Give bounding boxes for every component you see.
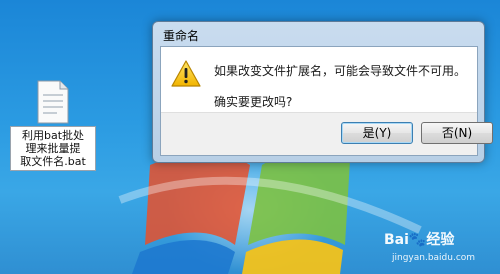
dialog-titlebar[interactable]: 重命名 bbox=[153, 22, 484, 46]
dialog-title: 重命名 bbox=[163, 29, 200, 43]
dialog-message: 如果改变文件扩展名，可能会导致文件不可用。 bbox=[214, 64, 467, 78]
no-button[interactable]: 否(N) bbox=[421, 122, 493, 144]
file-label-line: 利用bat批处 bbox=[21, 129, 85, 142]
baidu-watermark: Bai🐾经验 jingyan.baidu.com bbox=[384, 229, 496, 271]
desktop-file-label[interactable]: 利用bat批处 理来批量提 取文件名.bat bbox=[10, 126, 96, 171]
dialog-button-bar: 是(Y) 否(N) bbox=[161, 112, 493, 155]
yes-button[interactable]: 是(Y) bbox=[341, 122, 413, 144]
file-label-line: 取文件名.bat bbox=[20, 155, 86, 168]
dialog-body: 如果改变文件扩展名，可能会导致文件不可用。 确实要更改吗? 是(Y) 否(N) bbox=[160, 46, 493, 156]
text-file-icon bbox=[37, 80, 69, 124]
rename-dialog: 重命名 如果改变文件扩展名，可能会导致文件不可用。 确实要更改吗? 是(Y) 否… bbox=[152, 21, 493, 163]
watermark-brand: Bai🐾经验 bbox=[384, 232, 455, 248]
warning-icon bbox=[171, 60, 201, 87]
watermark-url: jingyan.baidu.com bbox=[392, 253, 476, 263]
desktop-file-item[interactable]: 利用bat批处 理来批量提 取文件名.bat bbox=[8, 80, 98, 180]
file-label-line: 理来批量提 bbox=[25, 142, 81, 155]
dialog-question: 确实要更改吗? bbox=[214, 95, 293, 109]
